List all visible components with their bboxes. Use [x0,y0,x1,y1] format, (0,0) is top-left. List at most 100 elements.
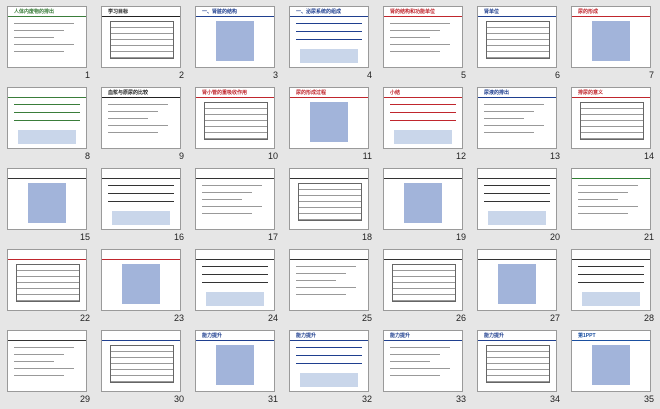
table-graphic [486,345,550,383]
slide-thumbnail-35[interactable]: 第1PPT 35 [567,328,658,406]
slide-preview[interactable] [571,168,651,230]
text-line [14,104,80,105]
slide-preview[interactable]: 第1PPT [571,330,651,392]
slide-preview[interactable] [289,249,369,311]
slide-thumbnail-16[interactable]: 16 [97,166,188,244]
slide-preview[interactable] [101,249,181,311]
slide-header-bar [572,250,650,260]
slide-thumbnail-23[interactable]: 23 [97,247,188,325]
slide-thumbnail-24[interactable]: 24 [191,247,282,325]
slide-preview[interactable]: 能力提升 [195,330,275,392]
slide-header-bar [102,169,180,179]
slide-thumbnail-19[interactable]: 19 [379,166,470,244]
text-line [108,118,148,119]
slide-preview[interactable] [289,168,369,230]
slide-preview[interactable]: 排尿的意义 [571,87,651,149]
slide-thumbnail-25[interactable]: 25 [285,247,376,325]
text-line [14,347,74,348]
slide-preview[interactable]: 尿液的排出 [477,87,557,149]
slide-thumbnail-13[interactable]: 尿液的排出 13 [473,85,564,163]
slide-thumbnail-4[interactable]: 一、泌尿系统的组成 4 [285,4,376,82]
slide-thumbnail-32[interactable]: 能力提升 32 [285,328,376,406]
text-line [296,294,346,295]
slide-thumbnail-17[interactable]: 17 [191,166,282,244]
slide-preview[interactable] [477,168,557,230]
slide-preview[interactable]: 肾单位 [477,6,557,68]
slide-preview[interactable] [477,249,557,311]
slide-preview[interactable] [195,168,275,230]
slide-preview[interactable] [101,168,181,230]
slide-preview[interactable]: 能力提升 [477,330,557,392]
slide-thumbnail-3[interactable]: 一、肾脏的结构 3 [191,4,282,82]
slide-preview[interactable]: 肾小管的重吸收作用 [195,87,275,149]
table-graphic [486,21,550,59]
slide-thumbnail-22[interactable]: 22 [3,247,94,325]
slide-number: 20 [549,232,560,242]
slide-thumbnail-33[interactable]: 能力提升 33 [379,328,470,406]
slide-thumbnail-7[interactable]: 尿的形成 7 [567,4,658,82]
image-graphic [394,130,452,144]
slide-preview[interactable]: 能力提升 [289,330,369,392]
text-line [202,192,252,193]
slide-preview[interactable] [383,168,463,230]
slide-preview[interactable]: 尿的形成 [571,6,651,68]
slide-thumbnail-29[interactable]: 29 [3,328,94,406]
slide-preview[interactable]: 肾的结构和功能单位 [383,6,463,68]
slide-number: 24 [267,313,278,323]
slide-number: 1 [84,70,90,80]
slide-thumbnail-30[interactable]: 30 [97,328,188,406]
slide-preview[interactable] [7,87,87,149]
slide-preview[interactable] [383,249,463,311]
text-line [14,44,74,45]
slide-thumbnail-5[interactable]: 肾的结构和功能单位 5 [379,4,470,82]
slide-thumbnail-31[interactable]: 能力提升 31 [191,328,282,406]
slide-thumbnail-34[interactable]: 能力提升 34 [473,328,564,406]
slide-thumbnail-21[interactable]: 21 [567,166,658,244]
slide-thumbnail-8[interactable]: 8 [3,85,94,163]
text-line [390,51,440,52]
slide-thumbnail-18[interactable]: 18 [285,166,376,244]
slide-header-bar [8,88,86,98]
text-line [108,111,158,112]
slide-preview[interactable]: 学习目标 [101,6,181,68]
slide-thumbnail-14[interactable]: 排尿的意义 14 [567,85,658,163]
slide-number: 32 [361,394,372,404]
slide-preview[interactable]: 人体内废物的排出 [7,6,87,68]
slide-thumbnail-15[interactable]: 15 [3,166,94,244]
slide-preview[interactable]: 血浆与原尿的比较 [101,87,181,149]
slide-preview[interactable]: 尿的形成过程 [289,87,369,149]
slide-thumbnail-20[interactable]: 20 [473,166,564,244]
slide-preview[interactable]: 一、泌尿系统的组成 [289,6,369,68]
text-line [578,274,644,275]
slide-title: 人体内废物的排出 [14,9,55,15]
slide-thumbnail-10[interactable]: 肾小管的重吸收作用 10 [191,85,282,163]
slide-thumbnail-2[interactable]: 学习目标 2 [97,4,188,82]
text-line [202,206,262,207]
slide-preview[interactable] [195,249,275,311]
slide-number: 4 [366,70,372,80]
slide-preview[interactable] [7,249,87,311]
slide-thumbnail-9[interactable]: 血浆与原尿的比较 9 [97,85,188,163]
slide-thumbnail-6[interactable]: 肾单位 6 [473,4,564,82]
text-line [296,287,356,288]
slide-header-bar [384,250,462,260]
text-line [484,111,534,112]
slide-preview[interactable]: 一、肾脏的结构 [195,6,275,68]
text-line [390,347,450,348]
slide-thumbnail-1[interactable]: 人体内废物的排出 1 [3,4,94,82]
slide-thumbnail-27[interactable]: 27 [473,247,564,325]
slide-thumbnail-12[interactable]: 小结 12 [379,85,470,163]
slide-thumbnail-28[interactable]: 28 [567,247,658,325]
text-line [14,23,74,24]
slide-preview[interactable]: 小结 [383,87,463,149]
slide-preview[interactable]: 能力提升 [383,330,463,392]
slide-thumbnail-26[interactable]: 26 [379,247,470,325]
slide-preview[interactable] [7,168,87,230]
slide-number: 26 [455,313,466,323]
slide-title: 一、肾脏的结构 [202,9,238,15]
slide-preview[interactable] [571,249,651,311]
slide-preview[interactable] [7,330,87,392]
slide-thumbnail-11[interactable]: 尿的形成过程 11 [285,85,376,163]
text-line [14,375,64,376]
slide-preview[interactable] [101,330,181,392]
